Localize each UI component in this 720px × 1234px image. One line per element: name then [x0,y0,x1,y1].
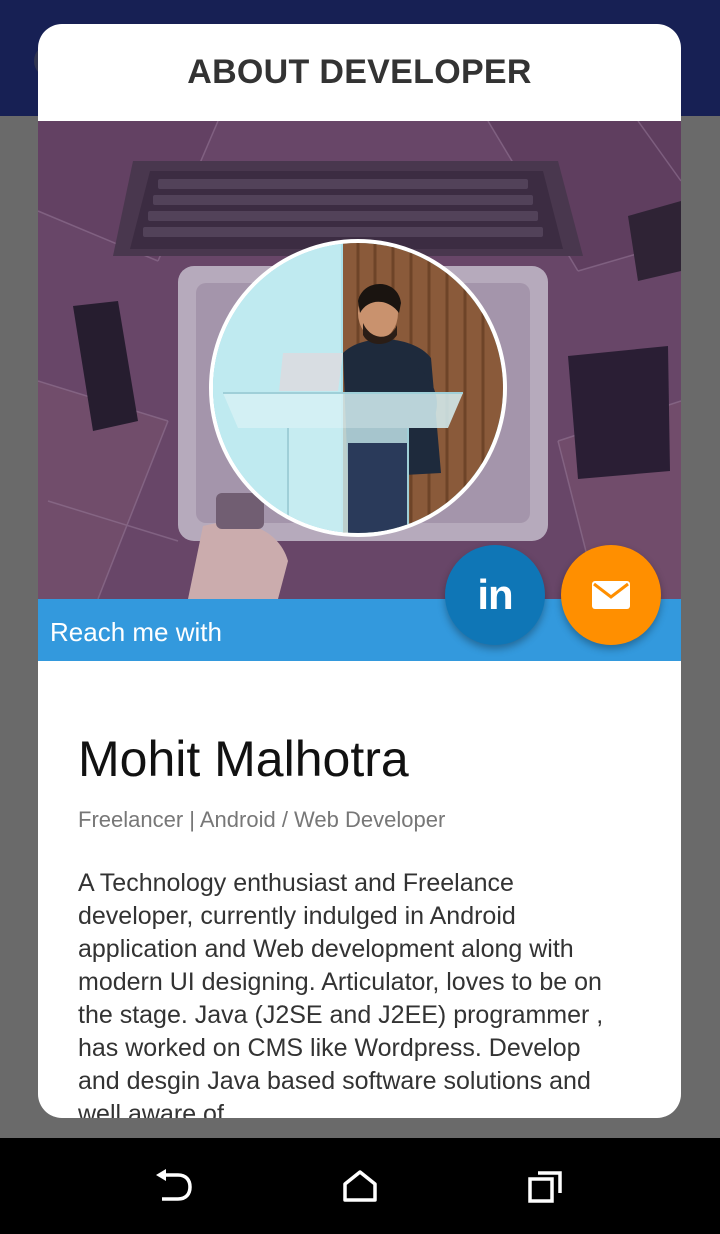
header-cover-image [38,121,681,599]
developer-bio: A Technology enthusiast and Freelance de… [78,869,604,1118]
developer-role: Freelancer | Android / Web Developer [78,807,446,832]
developer-name: Mohit Malhotra [78,731,409,787]
home-button[interactable] [336,1166,384,1206]
home-icon [343,1170,377,1202]
developer-info: Mohit Malhotra Freelancer | Android / We… [78,661,638,1118]
linkedin-button[interactable]: in [445,545,545,645]
system-navigation-bar [0,1138,720,1234]
back-arrow-icon [156,1169,192,1201]
dialog-title: ABOUT DEVELOPER [187,53,532,91]
reach-me-label: Reach me with [50,617,222,647]
linkedin-icon: in [477,571,513,618]
email-button[interactable] [561,545,661,645]
recents-icon [528,1171,562,1203]
envelope-icon [592,581,630,609]
recents-button[interactable] [522,1166,570,1206]
back-button[interactable] [150,1166,198,1206]
developer-avatar [209,239,507,537]
about-developer-dialog: ABOUT DEVELOPER Reach me with in Mohit M… [38,24,681,1118]
developer-photo [213,243,503,533]
